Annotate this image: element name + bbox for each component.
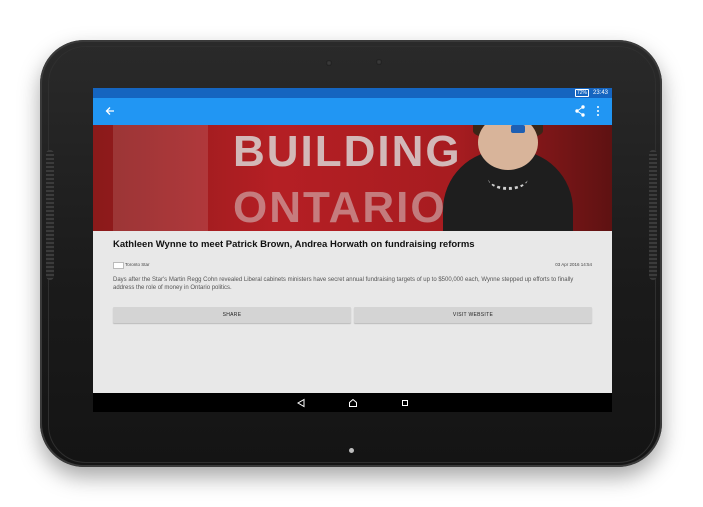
status-bar: 72% 23:43 <box>93 88 612 98</box>
hero-microphone <box>511 125 525 133</box>
device-screen: 72% 23:43 BUILDING ONTARIO Kathleen Wynn… <box>93 88 612 412</box>
left-speaker-grille <box>46 150 54 280</box>
article-source: Toronto Star <box>125 262 150 267</box>
triangle-back-icon[interactable] <box>295 397 307 409</box>
share-icon[interactable] <box>573 104 587 118</box>
source-logo <box>113 262 124 269</box>
circle-home-icon[interactable] <box>347 397 359 409</box>
square-recents-icon[interactable] <box>399 397 411 409</box>
front-sensor <box>326 60 332 66</box>
hero-sign-text-line2: ONTARIO <box>233 183 447 231</box>
article-summary: Days after the Star's Martin Regg Cohn r… <box>113 277 574 291</box>
article-meta: Toronto Star 03 Apr 2016 14:54 <box>113 261 592 269</box>
right-speaker-grille <box>649 150 657 280</box>
article-actions: SHARE VISIT WEBSITE <box>113 307 592 323</box>
overflow-menu-icon[interactable] <box>593 104 603 118</box>
status-time: 23:43 <box>592 90 608 96</box>
system-navigation-bar <box>93 393 612 412</box>
article-content: Kathleen Wynne to meet Patrick Brown, An… <box>113 239 592 291</box>
article-hero-image: BUILDING ONTARIO <box>93 125 612 231</box>
article-date: 03 Apr 2016 14:54 <box>555 262 592 267</box>
front-camera <box>376 59 382 65</box>
notification-led <box>349 448 354 453</box>
hero-sign-text-line1: BUILDING <box>233 127 462 176</box>
hero-necklace <box>488 167 528 190</box>
arrow-left-icon[interactable] <box>103 104 117 118</box>
share-button[interactable]: SHARE <box>113 307 351 323</box>
visit-website-button[interactable]: VISIT WEBSITE <box>354 307 592 323</box>
battery-indicator: 72% <box>574 89 589 97</box>
app-bar <box>93 98 612 125</box>
hero-sign-panel <box>113 125 208 231</box>
article-headline: Kathleen Wynne to meet Patrick Brown, An… <box>113 239 475 250</box>
